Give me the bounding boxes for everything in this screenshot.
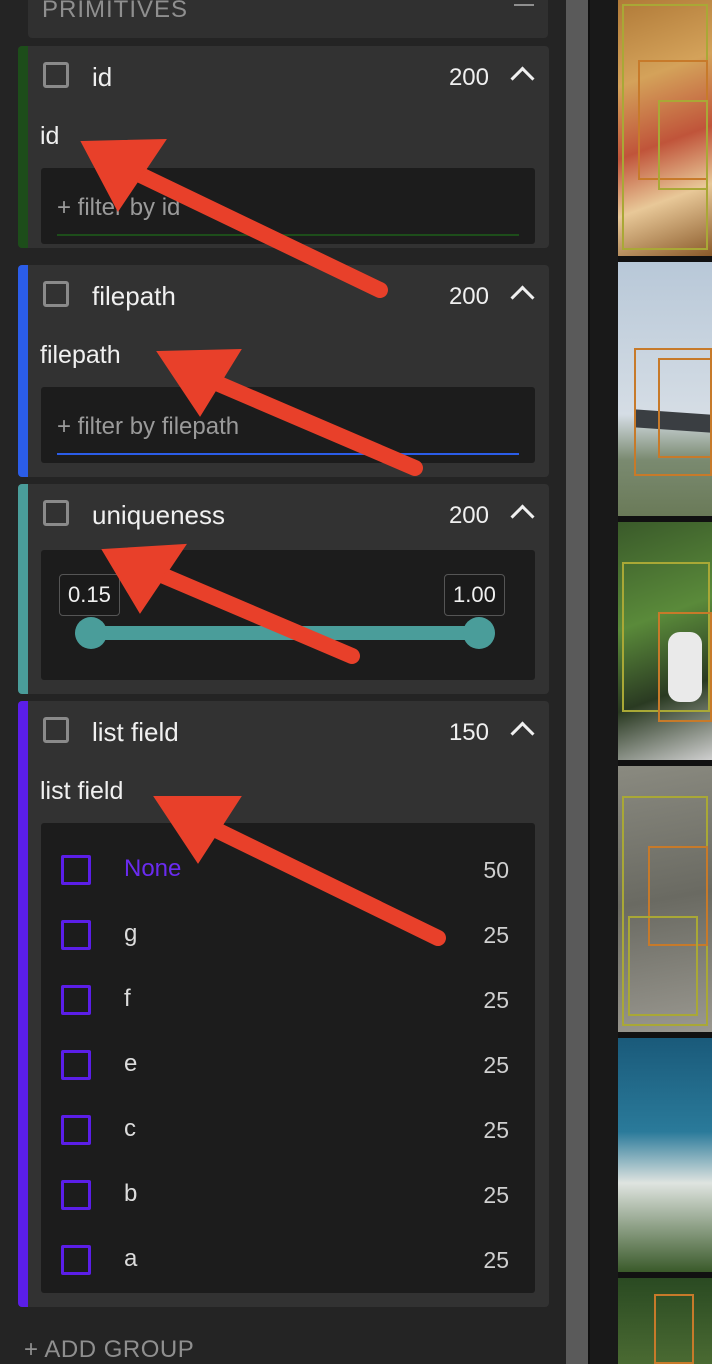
list-item-label: None: [124, 855, 182, 882]
slider-max-value: 1.00: [444, 574, 505, 616]
field-count: 150: [448, 719, 489, 746]
field-color-stripe: [18, 265, 28, 477]
checkbox-icon[interactable]: [43, 281, 69, 307]
checkbox-icon[interactable]: [43, 62, 69, 88]
field-count: 200: [448, 283, 489, 310]
range-slider: 0.15 1.00: [41, 550, 535, 680]
sidebar: PRIMITIVES id 200 id + filter by id file…: [0, 0, 566, 1364]
checkbox-icon[interactable]: [43, 717, 69, 743]
field-card-uniqueness: uniqueness 200 0.15 1.00: [18, 484, 549, 694]
list-item-label: e: [124, 1050, 138, 1077]
list-item-none[interactable]: None 50: [41, 845, 535, 905]
field-name: list field: [92, 717, 179, 747]
sample-thumbnail[interactable]: [618, 766, 712, 1032]
field-count: 200: [448, 64, 489, 91]
list-item-count: 25: [483, 1182, 509, 1208]
list-item-f[interactable]: f 25: [41, 975, 535, 1035]
field-card-list-field: list field 150 list field None 50 g 25 f…: [18, 701, 549, 1307]
chevron-up-icon[interactable]: [510, 66, 535, 91]
list-item-e[interactable]: e 25: [41, 1040, 535, 1100]
list-item-b[interactable]: b 25: [41, 1170, 535, 1230]
list-item-g[interactable]: g 25: [41, 910, 535, 970]
bounding-box: [658, 100, 708, 190]
list-item-count: 25: [483, 1247, 509, 1273]
list-item-c[interactable]: c 25: [41, 1105, 535, 1165]
checkbox-icon[interactable]: [43, 500, 69, 526]
bounding-box: [628, 916, 698, 1016]
slider-min-handle[interactable]: [75, 617, 107, 649]
bounding-box: [658, 612, 712, 722]
slider-track[interactable]: [93, 626, 477, 640]
field-card-id: id 200 id + filter by id: [18, 46, 549, 248]
sample-thumbnail[interactable]: [618, 0, 712, 256]
field-color-stripe: [18, 46, 28, 248]
slider-min-value: 0.15: [59, 574, 120, 616]
filter-input-filepath[interactable]: + filter by filepath: [41, 387, 535, 463]
sample-thumbnail[interactable]: [618, 1038, 712, 1272]
filter-label: filepath: [40, 341, 121, 369]
checkbox-icon[interactable]: [61, 1180, 91, 1210]
list-item-count: 25: [483, 987, 509, 1013]
sidebar-scrollbar[interactable]: [566, 0, 588, 1364]
slider-max-handle[interactable]: [463, 617, 495, 649]
chevron-up-icon[interactable]: [510, 504, 535, 529]
list-item-label: g: [124, 920, 138, 947]
panel-divider: [588, 0, 618, 1364]
list-item-count: 25: [483, 1117, 509, 1143]
checkbox-icon[interactable]: [61, 920, 91, 950]
field-color-stripe: [18, 701, 28, 1307]
checkbox-icon[interactable]: [61, 1115, 91, 1145]
filter-placeholder: + filter by filepath: [57, 413, 240, 440]
field-card-filepath: filepath 200 filepath + filter by filepa…: [18, 265, 549, 477]
add-group-button[interactable]: + ADD GROUP: [24, 1336, 194, 1364]
chevron-up-icon[interactable]: [510, 285, 535, 310]
checkbox-icon[interactable]: [61, 1245, 91, 1275]
value-list: None 50 g 25 f 25 e 25 c 25 b 25 a 25: [41, 823, 535, 1293]
field-count: 200: [448, 502, 489, 529]
sample-grid: [618, 0, 712, 1364]
list-item-label: c: [124, 1115, 136, 1142]
input-underline: [57, 234, 519, 236]
input-underline: [57, 453, 519, 455]
checkbox-icon[interactable]: [61, 985, 91, 1015]
sample-thumbnail[interactable]: [618, 262, 712, 516]
filter-input-id[interactable]: + filter by id: [41, 168, 535, 244]
filter-placeholder: + filter by id: [57, 194, 181, 221]
filter-label: list field: [40, 777, 124, 805]
sample-thumbnail[interactable]: [618, 522, 712, 760]
field-color-stripe: [18, 484, 28, 694]
field-name: filepath: [92, 281, 176, 311]
list-item-a[interactable]: a 25: [41, 1235, 535, 1295]
list-item-label: f: [124, 985, 131, 1012]
checkbox-icon[interactable]: [61, 1050, 91, 1080]
sample-thumbnail[interactable]: [618, 1278, 712, 1364]
field-name: id: [92, 62, 113, 92]
bounding-box: [654, 1294, 694, 1364]
group-header-primitives[interactable]: PRIMITIVES: [28, 0, 548, 38]
bounding-box: [658, 358, 712, 458]
chevron-up-icon[interactable]: [510, 721, 535, 746]
minus-icon[interactable]: [514, 4, 534, 6]
list-item-count: 25: [483, 1052, 509, 1078]
list-item-label: a: [124, 1245, 138, 1272]
checkbox-icon[interactable]: [61, 855, 91, 885]
field-name: uniqueness: [92, 500, 225, 530]
group-title: PRIMITIVES: [42, 0, 189, 23]
list-item-count: 50: [483, 857, 509, 883]
list-item-count: 25: [483, 922, 509, 948]
list-item-label: b: [124, 1180, 138, 1207]
filter-label: id: [40, 122, 60, 150]
